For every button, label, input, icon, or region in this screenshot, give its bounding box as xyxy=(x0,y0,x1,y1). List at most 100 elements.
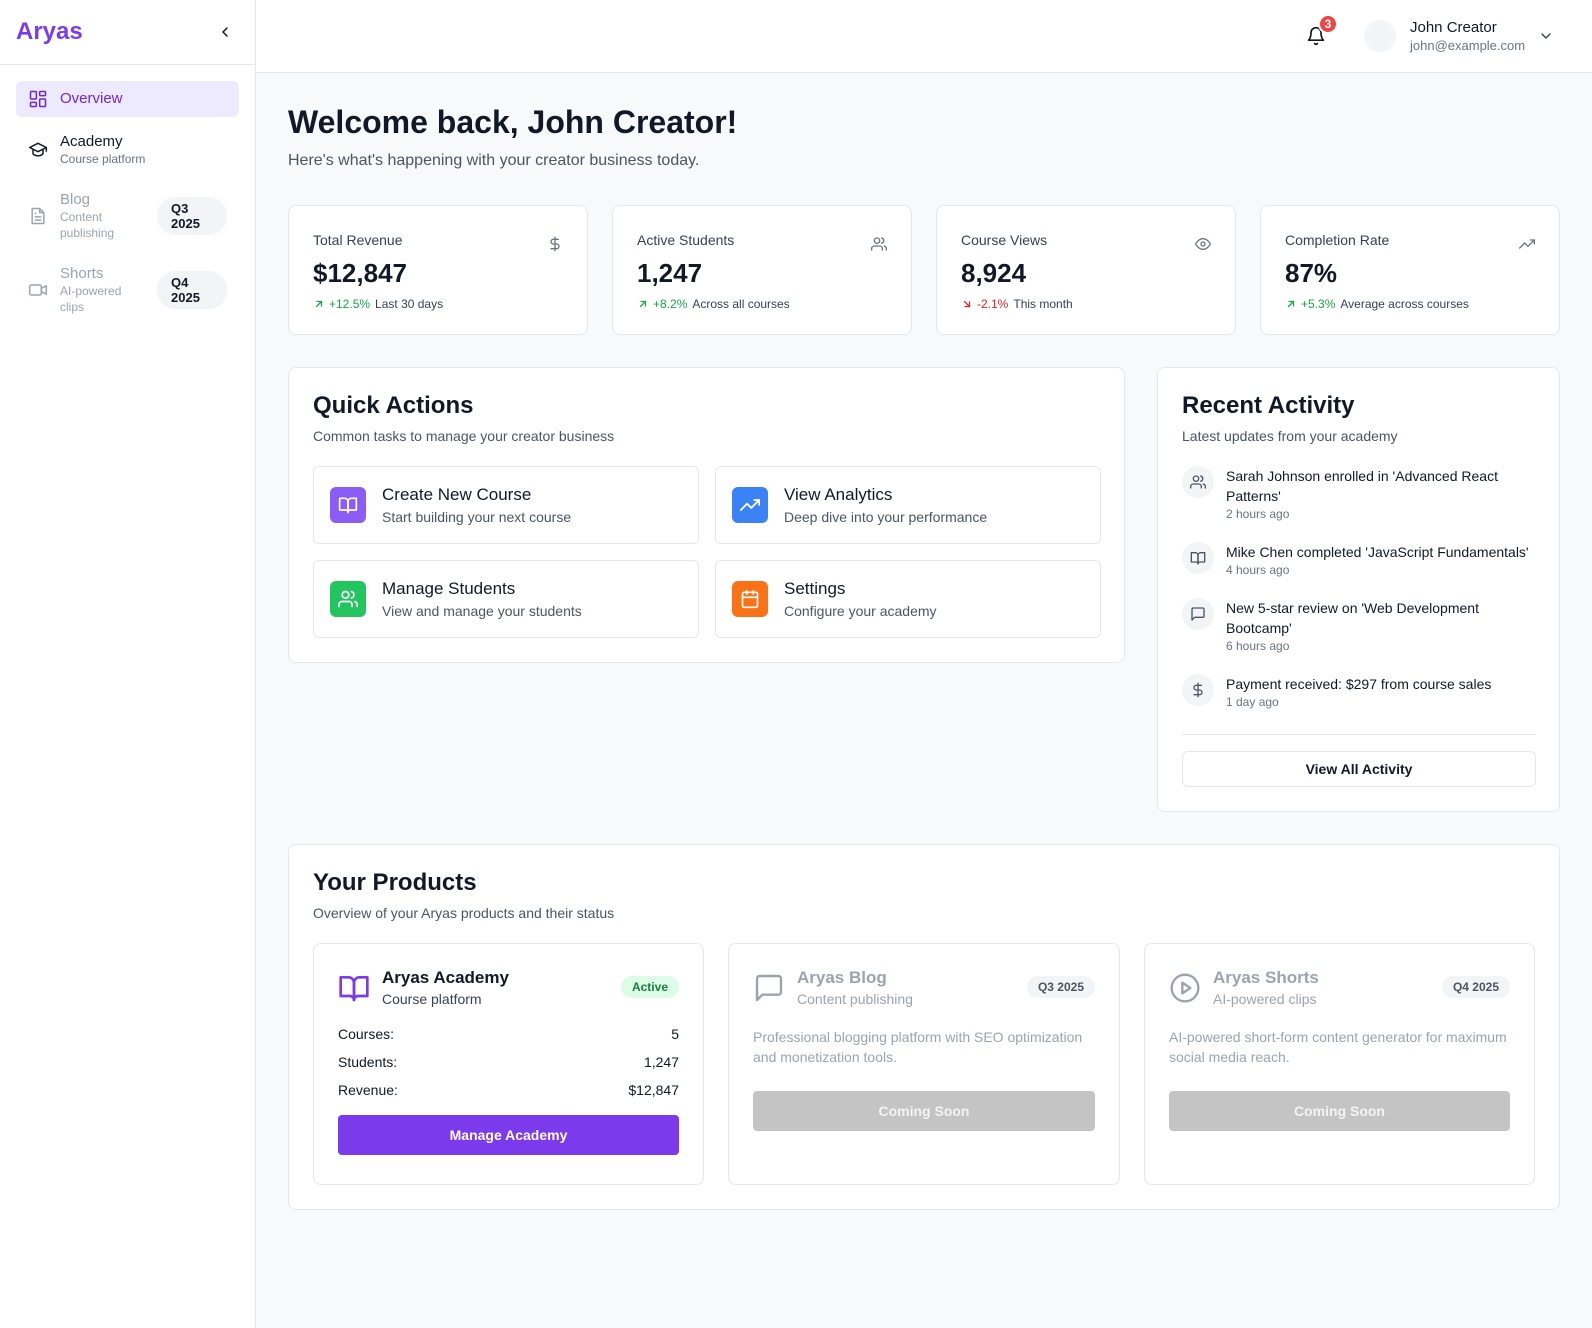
stat-trend: +5.3% xyxy=(1301,297,1336,311)
sidebar: Aryas Overview Academy Course platform B… xyxy=(0,0,256,1328)
calendar-icon xyxy=(741,589,759,609)
page-title: Welcome back, John Creator! xyxy=(288,104,738,140)
stat-note: Across all courses xyxy=(692,297,790,311)
stat-trend: -2.1% xyxy=(977,297,1009,311)
user-name[interactable]: John Creator xyxy=(1410,19,1497,36)
activity-time: 6 hours ago xyxy=(1226,639,1290,653)
book-open-icon xyxy=(338,497,358,514)
sidebar-item-label: Overview xyxy=(60,90,123,107)
top-header: 3 John Creator john@example.com xyxy=(256,0,1592,73)
create-course-action[interactable]: Create New Course Start building your ne… xyxy=(313,466,699,544)
book-open-icon xyxy=(339,976,369,1002)
blog-coming-soon-button[interactable]: Coming Soon xyxy=(753,1091,1095,1131)
eye-icon xyxy=(1195,237,1211,251)
qa-desc: Start building your next course xyxy=(382,509,572,525)
chevron-down-icon xyxy=(1541,33,1551,39)
stat-value: 87% xyxy=(1285,258,1338,288)
stat-card-students: Active Students 1,247 +8.2% Across all c… xyxy=(612,205,912,335)
activity-text: Mike Chen completed 'JavaScript Fundamen… xyxy=(1226,544,1529,560)
page-subtitle: Here's what's happening with your creato… xyxy=(288,152,700,169)
product-stat-row: Courses: 5 xyxy=(338,1025,679,1043)
product-card-blog: Aryas Blog Content publishing Q3 2025 Pr… xyxy=(728,943,1120,1185)
sidebar-item-sub: Course platform xyxy=(60,152,146,166)
product-stat-row: Revenue: $12,847 xyxy=(338,1081,679,1099)
sidebar-item-badge: Q4 2025 xyxy=(157,271,227,309)
qa-icon-box xyxy=(330,487,366,523)
activity-time: 1 day ago xyxy=(1226,695,1279,709)
play-circle-icon xyxy=(1170,973,1200,1003)
shorts-coming-soon-button[interactable]: Coming Soon xyxy=(1169,1091,1510,1131)
sidebar-item-label: Blog xyxy=(60,191,91,208)
grid-icon xyxy=(29,90,47,108)
stat-value: 8,924 xyxy=(961,258,1027,288)
activity-text: Payment received: $297 from course sales xyxy=(1226,676,1492,692)
status-badge: Q4 2025 xyxy=(1441,976,1510,998)
sidebar-item-sub: AI-powered clips xyxy=(60,284,122,314)
settings-action[interactable]: Settings Configure your academy xyxy=(715,560,1101,638)
qa-desc: Configure your academy xyxy=(784,603,937,619)
status-badge: Q3 2025 xyxy=(1026,976,1095,998)
sidebar-item-academy[interactable]: Academy Course platform xyxy=(16,125,239,175)
quick-actions-title: Quick Actions xyxy=(313,392,474,419)
user-menu-toggle[interactable] xyxy=(1538,28,1554,44)
stat-card-revenue: Total Revenue $12,847 +12.5% Last 30 day… xyxy=(288,205,588,335)
avatar[interactable] xyxy=(1364,20,1396,52)
quick-actions-subtitle: Common tasks to manage your creator busi… xyxy=(313,428,615,444)
stat-label: Total Revenue xyxy=(313,232,403,248)
qa-title: Manage Students xyxy=(382,579,516,598)
chevron-left-icon xyxy=(222,27,228,37)
product-stats: Courses: 5 Students: 1,247 Revenue: $12,… xyxy=(338,1025,679,1099)
activity-list: Sarah Johnson enrolled in 'Advanced Reac… xyxy=(1182,466,1536,730)
sidebar-item-overview[interactable]: Overview xyxy=(16,81,239,117)
product-card-shorts: Aryas Shorts AI-powered clips Q4 2025 AI… xyxy=(1144,943,1535,1185)
view-all-activity-button[interactable]: View All Activity xyxy=(1182,751,1536,787)
product-title: Aryas Shorts xyxy=(1213,968,1319,987)
list-item: Sarah Johnson enrolled in 'Advanced Reac… xyxy=(1182,466,1536,522)
brand-row: Aryas xyxy=(0,0,255,65)
sidebar-item-sub: Content publishing xyxy=(60,210,115,240)
stat-label: Completion Rate xyxy=(1285,232,1390,248)
trending-up-icon xyxy=(740,499,760,511)
activity-text: Sarah Johnson enrolled in 'Advanced Reac… xyxy=(1226,468,1498,504)
recent-activity-panel: Recent Activity Latest updates from your… xyxy=(1157,367,1560,812)
quick-actions-grid: Create New Course Start building your ne… xyxy=(313,466,1101,638)
product-title: Aryas Academy xyxy=(382,968,509,987)
list-item: New 5-star review on 'Web Development Bo… xyxy=(1182,598,1536,654)
dollar-icon xyxy=(1193,682,1203,698)
product-stat-value: $12,847 xyxy=(628,1082,679,1098)
arrow-down-right-icon xyxy=(963,300,971,308)
stat-footer: +8.2% Across all courses xyxy=(637,297,887,311)
stat-label: Active Students xyxy=(637,232,735,248)
document-icon xyxy=(31,207,45,225)
manage-students-action[interactable]: Manage Students View and manage your stu… xyxy=(313,560,699,638)
product-stat-value: 1,247 xyxy=(643,1054,679,1070)
view-analytics-action[interactable]: View Analytics Deep dive into your perfo… xyxy=(715,466,1101,544)
qa-desc: Deep dive into your performance xyxy=(784,509,988,525)
arrow-up-right-icon xyxy=(1287,300,1295,308)
stat-note: Average across courses xyxy=(1340,297,1469,311)
stat-value: $12,847 xyxy=(313,258,407,288)
users-icon xyxy=(1190,475,1206,489)
product-stat-row: Students: 1,247 xyxy=(338,1053,679,1071)
collapse-sidebar-button[interactable] xyxy=(211,18,239,46)
stat-trend: +8.2% xyxy=(653,297,688,311)
users-icon xyxy=(871,237,887,251)
qa-icon-box xyxy=(330,581,366,617)
product-subtitle: Content publishing xyxy=(797,991,913,1007)
stat-card-views: Course Views 8,924 -2.1% This month xyxy=(936,205,1236,335)
stat-footer: -2.1% This month xyxy=(961,297,1211,311)
dollar-icon xyxy=(550,236,560,252)
arrow-up-right-icon xyxy=(639,300,647,308)
products-panel: Your Products Overview of your Aryas pro… xyxy=(288,844,1560,1210)
activity-icon-box xyxy=(1182,598,1214,630)
recent-activity-title: Recent Activity xyxy=(1182,392,1355,419)
product-title: Aryas Blog xyxy=(797,968,887,987)
product-card-academy: Aryas Academy Course platform Active Cou… xyxy=(313,943,704,1185)
sidebar-item-blog[interactable]: Blog Content publishing Q3 2025 xyxy=(16,183,239,249)
qa-icon-box xyxy=(732,581,768,617)
notification-count-badge: 3 xyxy=(1318,14,1338,34)
brand-logo[interactable]: Aryas xyxy=(16,18,83,46)
sidebar-item-shorts[interactable]: Shorts AI-powered clips Q4 2025 xyxy=(16,257,239,323)
manage-academy-button[interactable]: Manage Academy xyxy=(338,1115,679,1155)
trending-up-icon xyxy=(1519,239,1535,249)
